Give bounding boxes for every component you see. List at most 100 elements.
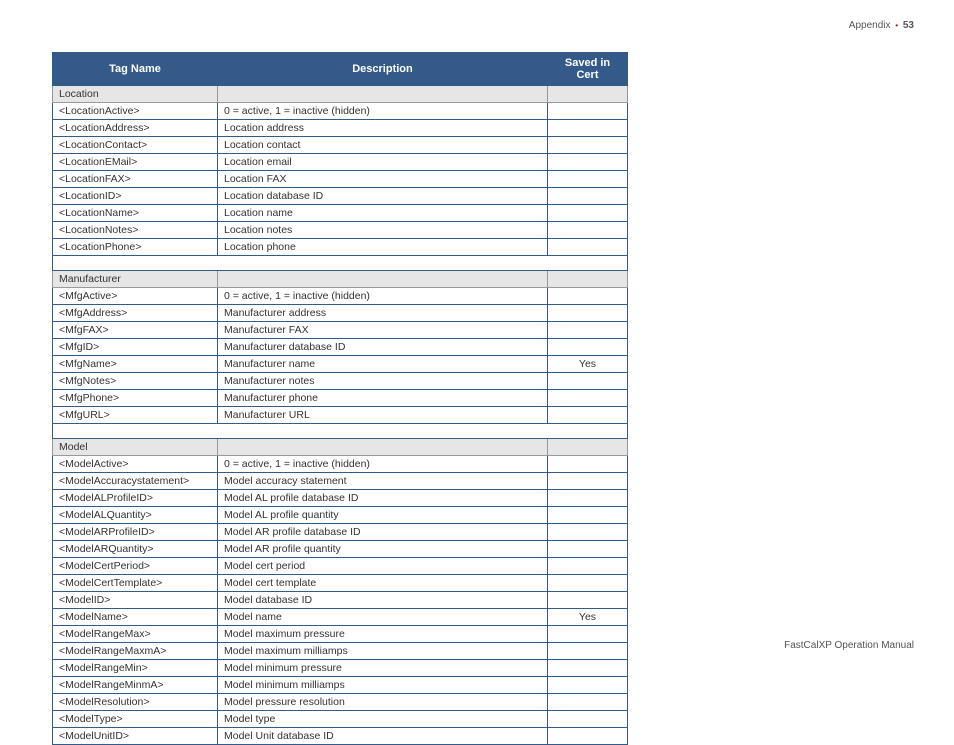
table-row: <ModelName>Model nameYes	[53, 609, 628, 626]
cell-description: Model name	[218, 609, 548, 626]
cell-description: Location contact	[218, 137, 548, 154]
cell-description: Location phone	[218, 239, 548, 256]
table-row: <LocationContact>Location contact	[53, 137, 628, 154]
section-title: Manufacturer	[53, 271, 218, 288]
cell-tag: <ModelALProfileID>	[53, 490, 218, 507]
cell-tag: <MfgFAX>	[53, 322, 218, 339]
cell-saved	[548, 575, 628, 592]
cell-description: Model AR profile database ID	[218, 524, 548, 541]
cell-tag: <LocationNotes>	[53, 222, 218, 239]
section-empty	[218, 271, 548, 288]
cell-saved	[548, 626, 628, 643]
cell-tag: <ModelUnitID>	[53, 728, 218, 745]
cell-tag: <LocationActive>	[53, 103, 218, 120]
section-header-row: Model	[53, 439, 628, 456]
cell-description: Model database ID	[218, 592, 548, 609]
cell-saved	[548, 288, 628, 305]
cell-tag: <MfgName>	[53, 356, 218, 373]
cell-description: Model maximum pressure	[218, 626, 548, 643]
table-row: <ModelCertPeriod>Model cert period	[53, 558, 628, 575]
section-title: Model	[53, 439, 218, 456]
table-row: <ModelRangeMax>Model maximum pressure	[53, 626, 628, 643]
page-header: Appendix • 53	[849, 20, 914, 31]
cell-saved	[548, 137, 628, 154]
table-row: <ModelType>Model type	[53, 711, 628, 728]
cell-saved	[548, 490, 628, 507]
cell-saved	[548, 507, 628, 524]
cell-description: Location notes	[218, 222, 548, 239]
cell-description: Location FAX	[218, 171, 548, 188]
section-empty	[548, 439, 628, 456]
cell-tag: <ModelALQuantity>	[53, 507, 218, 524]
cell-saved	[548, 205, 628, 222]
section-header-row: Location	[53, 86, 628, 103]
cell-tag: <MfgAddress>	[53, 305, 218, 322]
table-row: <ModelResolution>Model pressure resoluti…	[53, 694, 628, 711]
table-row: <MfgActive>0 = active, 1 = inactive (hid…	[53, 288, 628, 305]
cell-saved	[548, 558, 628, 575]
table-header-row: Tag Name Description Saved in Cert	[53, 53, 628, 86]
cell-saved	[548, 660, 628, 677]
table-row: <ModelUnitID>Model Unit database ID	[53, 728, 628, 745]
col-tag-name: Tag Name	[53, 53, 218, 86]
cell-saved	[548, 728, 628, 745]
table-row: <ModelRangeMaxmA>Model maximum milliamps	[53, 643, 628, 660]
cell-saved	[548, 120, 628, 137]
cell-tag: <LocationFAX>	[53, 171, 218, 188]
cell-description: 0 = active, 1 = inactive (hidden)	[218, 288, 548, 305]
cell-description: Manufacturer URL	[218, 407, 548, 424]
section-empty	[548, 86, 628, 103]
table-row: <LocationName>Location name	[53, 205, 628, 222]
table-row: <MfgURL>Manufacturer URL	[53, 407, 628, 424]
cell-saved	[548, 171, 628, 188]
cell-tag: <ModelARQuantity>	[53, 541, 218, 558]
cell-tag: <LocationAddress>	[53, 120, 218, 137]
cell-tag: <LocationName>	[53, 205, 218, 222]
cell-tag: <LocationContact>	[53, 137, 218, 154]
cell-saved	[548, 373, 628, 390]
cell-saved	[548, 188, 628, 205]
cell-tag: <ModelARProfileID>	[53, 524, 218, 541]
cell-description: Model type	[218, 711, 548, 728]
cell-tag: <ModelType>	[53, 711, 218, 728]
table-row: <MfgAddress>Manufacturer address	[53, 305, 628, 322]
cell-tag: <ModelRangeMaxmA>	[53, 643, 218, 660]
cell-description: Model cert period	[218, 558, 548, 575]
table-row: <ModelAccuracystatement>Model accuracy s…	[53, 473, 628, 490]
section-label: Appendix	[849, 20, 891, 31]
cell-tag: <MfgID>	[53, 339, 218, 356]
section-spacer	[53, 424, 628, 439]
section-empty	[218, 439, 548, 456]
cell-description: Manufacturer database ID	[218, 339, 548, 356]
table-row: <ModelCertTemplate>Model cert template	[53, 575, 628, 592]
cell-saved	[548, 643, 628, 660]
table-row: <ModelARProfileID>Model AR profile datab…	[53, 524, 628, 541]
cell-tag: <ModelResolution>	[53, 694, 218, 711]
cell-description: Manufacturer phone	[218, 390, 548, 407]
cell-saved	[548, 339, 628, 356]
table-row: <LocationActive>0 = active, 1 = inactive…	[53, 103, 628, 120]
cell-description: Model maximum milliamps	[218, 643, 548, 660]
cell-description: Manufacturer FAX	[218, 322, 548, 339]
cell-description: Model AR profile quantity	[218, 541, 548, 558]
cell-tag: <MfgNotes>	[53, 373, 218, 390]
cell-description: Location address	[218, 120, 548, 137]
cell-description: Model accuracy statement	[218, 473, 548, 490]
cell-description: Model AL profile quantity	[218, 507, 548, 524]
cell-description: Model minimum milliamps	[218, 677, 548, 694]
cell-description: Model AL profile database ID	[218, 490, 548, 507]
cell-saved	[548, 390, 628, 407]
cell-tag: <ModelRangeMinmA>	[53, 677, 218, 694]
col-saved: Saved in Cert	[548, 53, 628, 86]
section-header-row: Manufacturer	[53, 271, 628, 288]
cell-description: Model minimum pressure	[218, 660, 548, 677]
cell-saved	[548, 677, 628, 694]
tags-table: Tag Name Description Saved in Cert Locat…	[52, 52, 628, 745]
cell-tag: <LocationPhone>	[53, 239, 218, 256]
cell-saved	[548, 592, 628, 609]
cell-description: Manufacturer name	[218, 356, 548, 373]
cell-description: Location email	[218, 154, 548, 171]
table-row: <ModelRangeMin>Model minimum pressure	[53, 660, 628, 677]
cell-tag: <ModelCertPeriod>	[53, 558, 218, 575]
cell-saved	[548, 154, 628, 171]
